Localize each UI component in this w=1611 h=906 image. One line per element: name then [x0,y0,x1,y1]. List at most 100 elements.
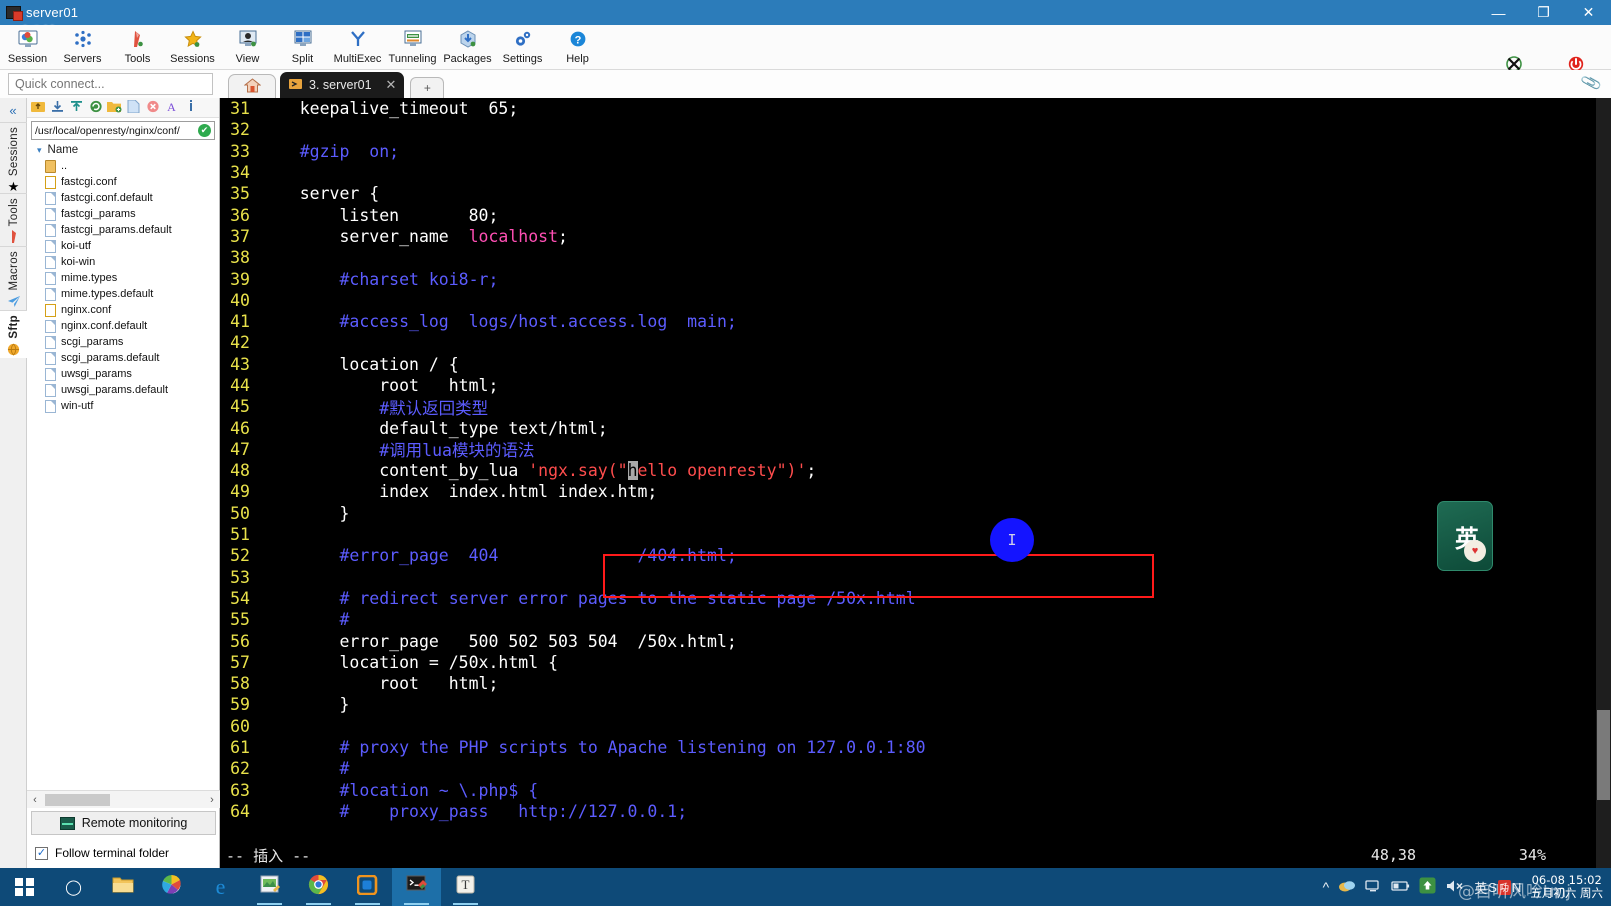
list-item[interactable]: .. [27,158,219,174]
terminal-pane[interactable]: 31 keepalive_timeout 65; 32 33 #gzip on; 34… [220,98,1611,868]
list-item[interactable]: mime.types [27,270,219,286]
new-file-icon[interactable] [125,99,142,115]
file-explorer[interactable] [98,868,147,906]
list-item[interactable]: win-utf [27,398,219,414]
svg-text:A: A [167,100,176,113]
notepad-app[interactable] [245,868,294,906]
ribbon-item-multiexec[interactable]: MultiExec [330,25,385,70]
ribbon-item-split[interactable]: Split [275,25,330,70]
ribbon-item-help[interactable]: ? Help [550,25,605,70]
ribbon-label: Tools [124,53,151,65]
list-item[interactable]: scgi_params [27,334,219,350]
mobaxterm-app[interactable] [392,868,441,906]
download-icon[interactable] [49,100,66,115]
list-item[interactable]: scgi_params.default [27,350,219,366]
rail-tab-sftp[interactable]: Sftp [0,309,27,358]
photos-app[interactable] [147,868,196,906]
scrollbar-thumb[interactable] [1597,710,1610,800]
scroll-right-arrow[interactable]: › [204,794,220,806]
rail-tab-sessions[interactable]: Sessions ★ [0,122,27,193]
line-number: 60 [230,716,250,736]
ribbon-item-packages[interactable]: Packages [440,25,495,70]
ribbon-label: MultiExec [333,53,382,65]
ribbon-item-settings[interactable]: Settings [495,25,550,70]
info-icon[interactable] [182,100,199,115]
rail-tab-label: Sftp [7,314,20,339]
horizontal-scrollbar[interactable]: ‹ › [27,790,220,808]
list-item[interactable]: mime.types.default [27,286,219,302]
terminal-line: 34 [220,162,1611,183]
battery-icon[interactable] [1391,879,1410,895]
file-icon [45,207,56,221]
close-button[interactable]: ✕ [1566,0,1611,25]
minimize-button[interactable]: — [1476,0,1521,25]
terminal-text-area[interactable]: 31 keepalive_timeout 65; 32 33 #gzip on; 34… [220,98,1611,822]
up-folder-icon[interactable] [30,100,47,115]
list-item[interactable]: nginx.conf.default [27,318,219,334]
list-item[interactable]: fastcgi_params.default [27,222,219,238]
close-icon[interactable]: ✕ [386,77,397,93]
text-mode-icon[interactable]: A [163,100,180,115]
list-item[interactable]: koi-utf [27,238,219,254]
file-list[interactable]: .. fastcgi.conf fastcgi.conf.default fas… [27,158,219,758]
knife-icon [8,230,20,246]
vmware-workstation[interactable] [343,868,392,906]
list-item[interactable]: uwsgi_params.default [27,382,219,398]
google-chrome[interactable] [294,868,343,906]
line-content: #access_log logs/host.access.log main; [260,312,736,331]
ribbon-item-tunneling[interactable]: Tunneling [385,25,440,70]
remote-monitoring-button[interactable]: Remote monitoring [31,811,216,835]
ribbon-item-view[interactable]: View [220,25,275,70]
scroll-left-arrow[interactable]: ‹ [27,794,43,806]
ime-tray-indicator[interactable]: 英 S 功 N [1474,878,1521,897]
terminal-line: 46 default_type text/html; [220,417,1611,438]
typora-app[interactable]: T [441,868,490,906]
rail-collapse-button[interactable]: « [0,98,26,122]
line-content: #默认返回类型 [260,395,488,419]
follow-terminal-folder-row[interactable]: ✓ Follow terminal folder [35,846,169,860]
rail-tab-macros[interactable]: Macros [0,246,27,310]
network-icon[interactable] [1365,879,1382,896]
update-icon[interactable] [1419,877,1436,897]
taskbar-clock[interactable]: 06-08 15:02 五月初六 周六 [1530,873,1603,900]
line-content: #调用lua模块的语法 [260,437,534,461]
ribbon-item-sessions[interactable]: Sessions [165,25,220,70]
ribbon-label: Tunneling [388,53,437,65]
ime-floating-badge[interactable]: 英 ♥ [1437,501,1493,571]
list-item[interactable]: nginx.conf [27,302,219,318]
ribbon-item-tools[interactable]: Tools [110,25,165,70]
list-item[interactable]: fastcgi.conf [27,174,219,190]
terminal-vertical-scrollbar[interactable] [1596,98,1611,868]
line-number: 41 [230,312,250,332]
list-item[interactable]: fastcgi_params [27,206,219,222]
start-button[interactable] [0,868,49,906]
cloud-icon[interactable] [1338,879,1356,896]
list-item[interactable]: uwsgi_params [27,366,219,382]
file-list-header[interactable]: ▾ Name [27,142,219,158]
home-tab[interactable] [228,74,276,98]
quick-connect-input[interactable] [8,73,213,95]
tab-server01[interactable]: 3. server01 ✕ [280,72,405,98]
sftp-path-bar[interactable]: ✔ [31,121,215,140]
cortana-search[interactable]: ◯ [49,868,98,906]
delete-icon[interactable] [144,100,161,115]
scrollbar-thumb[interactable] [45,793,110,806]
new-tab-button[interactable]: + [410,77,445,98]
rail-tab-tools[interactable]: Tools [0,193,27,246]
paperclip-icon[interactable]: 📎 [1580,71,1603,94]
upload-icon[interactable] [68,100,85,115]
microsoft-edge[interactable]: e [196,868,245,906]
follow-terminal-folder-checkbox[interactable]: ✓ [35,846,48,860]
maximize-button[interactable]: ❐ [1521,0,1566,25]
tray-chevron-icon[interactable]: ^ [1323,879,1330,895]
terminal-tabs: 3. server01 ✕ + [228,70,445,98]
ribbon-item-session[interactable]: Session [0,25,55,70]
list-item[interactable]: fastcgi.conf.default [27,190,219,206]
list-item[interactable]: koi-win [27,254,219,270]
sftp-path-input[interactable] [35,124,198,137]
new-folder-icon[interactable] [106,100,123,115]
refresh-icon[interactable] [87,100,104,115]
file-icon [45,335,56,349]
volume-mute-icon[interactable] [1445,879,1465,896]
ribbon-item-servers[interactable]: Servers [55,25,110,70]
